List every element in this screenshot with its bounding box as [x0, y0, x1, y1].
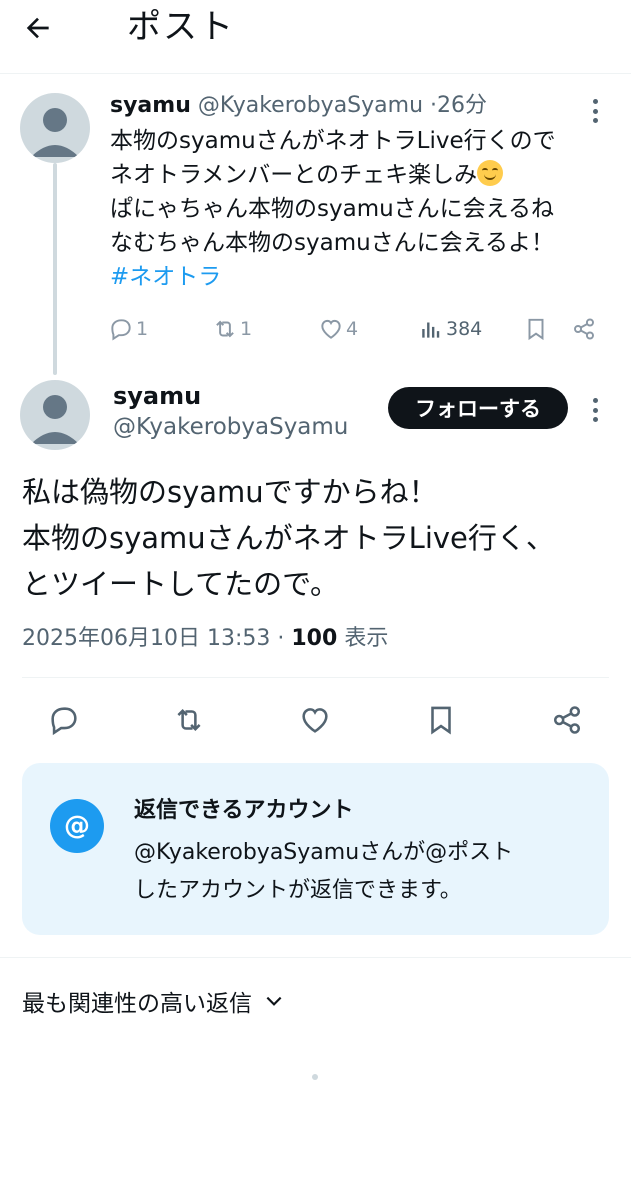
thread-line	[53, 163, 57, 375]
reply-icon	[111, 319, 131, 341]
follow-button[interactable]: フォローする	[388, 387, 568, 429]
parent-post-actions: 1 1 4 384	[108, 312, 608, 346]
hashtag-link[interactable]: #ネオトラ	[110, 260, 620, 294]
page-title: ポスト	[127, 7, 235, 47]
share-button[interactable]	[545, 698, 589, 742]
post-text-line: なむちゃん本物のsyamuさんに会えるよ！	[110, 230, 554, 256]
parent-post-text: 本物のsyamuさんがネオトラLive行くので ネオトラメンバーとのチェキ楽しみ…	[110, 124, 620, 294]
author-handle[interactable]: @KyakerobyaSyamu	[198, 93, 423, 118]
meta-separator: ·	[430, 93, 438, 118]
reply-button[interactable]: 1	[108, 312, 148, 346]
post-datetime[interactable]: 2025年06月10日 13:53	[22, 626, 270, 651]
repost-icon	[216, 320, 234, 338]
author-handle[interactable]: @KyakerobyaSyamu	[113, 412, 348, 442]
repost-button[interactable]: 1	[212, 312, 252, 346]
back-button[interactable]	[22, 8, 78, 48]
main-post-text: 私は偽物のsyamuですからね！ 本物のsyamuさんがネオトラLive行く、 …	[22, 469, 617, 607]
bookmark-icon	[431, 706, 451, 735]
chevron-down-icon	[266, 996, 282, 1006]
bookmark-icon	[528, 318, 544, 341]
post-text-line: ネオトラメンバーとのチェキ楽しみ	[110, 162, 478, 188]
views-label: 表示	[344, 626, 389, 651]
avatar[interactable]	[20, 93, 90, 163]
reply-count: 1	[136, 318, 149, 340]
more-options-icon[interactable]	[589, 96, 601, 126]
heart-icon	[321, 319, 341, 339]
bookmark-button[interactable]	[523, 312, 549, 346]
reply-sort-label: 最も関連性の高い返信	[22, 991, 252, 1017]
view-count: 384	[446, 318, 483, 340]
reply-icon	[51, 707, 77, 736]
top-bar: ポスト	[0, 0, 631, 74]
repost-button[interactable]	[167, 698, 211, 742]
parent-post-meta: syamu @KyakerobyaSyamu ·26分	[110, 90, 487, 122]
divider	[0, 957, 631, 958]
description-line: @KyakerobyaSyamuさんが@ポスト	[134, 840, 514, 865]
post-text-line-with-emoji: ネオトラメンバーとのチェキ楽しみ	[110, 158, 620, 192]
reply-sort-dropdown[interactable]: 最も関連性の高い返信	[22, 983, 284, 1019]
loading-indicator	[312, 1074, 318, 1080]
more-options-icon[interactable]	[589, 395, 601, 425]
post-time[interactable]: 26分	[437, 93, 487, 118]
like-button[interactable]	[293, 698, 337, 742]
smiling-face-emoji-icon	[477, 160, 504, 186]
bookmark-button[interactable]	[419, 698, 463, 742]
like-button[interactable]: 4	[318, 312, 358, 346]
share-button[interactable]	[571, 312, 597, 346]
post-text-line: 私は偽物のsyamuですからね！	[22, 475, 438, 509]
reply-restriction-title: 返信できるアカウント	[134, 798, 354, 823]
views-button[interactable]: 384	[418, 312, 482, 346]
meta-separator: ·	[277, 626, 285, 651]
post-text-line: とツイートしてたので。	[22, 567, 339, 601]
bar-chart-icon	[422, 322, 440, 338]
post-text-line: 本物のsyamuさんがネオトラLive行くので	[110, 128, 556, 154]
post-text-line: ぱにゃちゃん本物のsyamuさんに会えるね	[110, 196, 554, 222]
main-post-actions	[0, 698, 631, 742]
at-sign-icon: @	[50, 799, 104, 853]
reply-restriction-description: @KyakerobyaSyamuさんが@ポスト したアカウントが返信できます。	[134, 834, 584, 910]
share-icon	[553, 706, 581, 734]
repost-count: 1	[240, 318, 253, 340]
post-text-line: 本物のsyamuさんがネオトラLive行く、	[22, 521, 555, 555]
post-timestamp-row: 2025年06月10日 13:53 · 100 表示	[22, 624, 388, 654]
arrow-left-icon	[26, 17, 49, 39]
repost-icon	[177, 708, 201, 732]
like-count: 4	[346, 318, 359, 340]
reply-button[interactable]	[42, 698, 86, 742]
reply-restriction-card: @ 返信できるアカウント @KyakerobyaSyamuさんが@ポスト したア…	[22, 763, 609, 935]
share-icon	[574, 318, 594, 340]
author-name[interactable]: syamu	[110, 93, 191, 118]
avatar[interactable]	[20, 380, 90, 450]
divider	[22, 677, 609, 678]
author-name[interactable]: syamu	[113, 381, 201, 411]
view-count: 100	[291, 626, 338, 651]
description-line: したアカウントが返信できます。	[134, 878, 462, 903]
heart-icon	[302, 708, 328, 733]
